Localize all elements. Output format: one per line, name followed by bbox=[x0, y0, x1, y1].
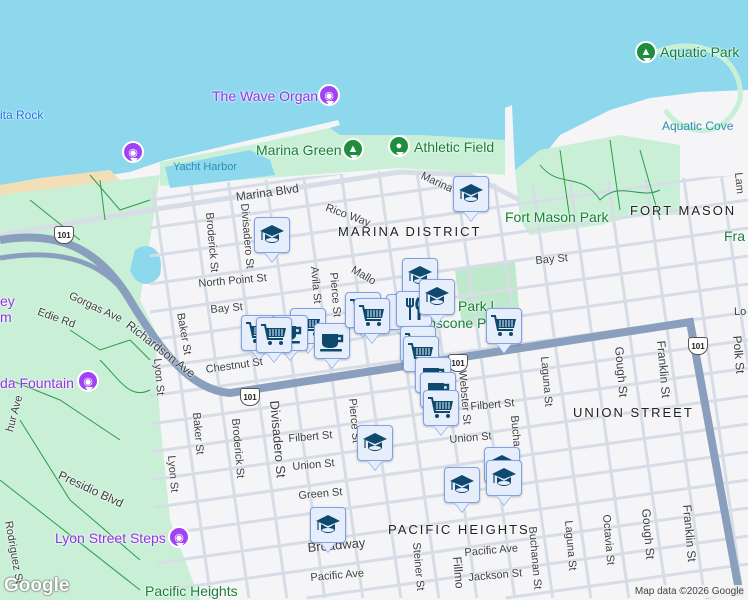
tree-icon[interactable]: ▲ bbox=[342, 138, 364, 160]
graduation-cap-icon bbox=[448, 472, 476, 498]
poi-athletic-field[interactable]: Athletic Field bbox=[414, 139, 494, 155]
highway-shield: 101 bbox=[54, 226, 74, 244]
poi-palace-2[interactable]: m bbox=[0, 309, 12, 325]
street-label: Fillmo bbox=[450, 556, 467, 590]
poi-pacific-heights-park[interactable]: Pacific Heights bbox=[145, 583, 238, 599]
camera-icon[interactable]: ◉ bbox=[318, 84, 340, 106]
stadium-icon[interactable]: ● bbox=[388, 135, 410, 157]
shopping-cart-icon bbox=[260, 322, 288, 348]
grocery-marker[interactable] bbox=[354, 298, 390, 334]
poi-fra[interactable]: Fra bbox=[724, 228, 745, 244]
highway-shield: 101 bbox=[448, 354, 468, 372]
school-marker[interactable] bbox=[357, 425, 393, 461]
street-label: Lam bbox=[732, 172, 746, 195]
school-marker[interactable] bbox=[453, 176, 489, 212]
school-marker[interactable] bbox=[486, 460, 522, 496]
poi-wave-organ[interactable]: The Wave Organ bbox=[212, 88, 318, 104]
camera-icon[interactable]: ◉ bbox=[122, 141, 144, 163]
poi-marina-green[interactable]: Marina Green bbox=[256, 142, 342, 158]
shopping-cart-icon bbox=[490, 313, 518, 339]
highway-shield: 101 bbox=[240, 388, 260, 406]
shopping-cart-icon bbox=[427, 395, 455, 421]
cafe-marker[interactable] bbox=[314, 323, 350, 359]
district-fort-mason: FORT MASON bbox=[630, 203, 737, 218]
grocery-marker[interactable] bbox=[486, 308, 522, 344]
google-logo: Google bbox=[4, 575, 70, 596]
poi-fountain[interactable]: da Fountain bbox=[0, 375, 74, 391]
poi-aquatic-park[interactable]: Aquatic Park bbox=[660, 44, 739, 60]
school-marker[interactable] bbox=[254, 217, 290, 253]
map-attribution[interactable]: Map data ©2026 Google bbox=[630, 585, 748, 598]
palace-lagoon bbox=[130, 246, 161, 285]
poi-yacht-harbor: Yacht Harbor bbox=[173, 161, 237, 173]
graduation-cap-icon bbox=[361, 430, 389, 456]
graduation-cap-icon bbox=[490, 465, 518, 491]
shopping-cart-icon bbox=[358, 303, 386, 329]
graduation-cap-icon bbox=[457, 181, 485, 207]
poi-bonita-rock[interactable]: ita Rock bbox=[0, 108, 43, 122]
poi-aquatic-cove: Aquatic Cove bbox=[662, 119, 734, 133]
poi-palace-1[interactable]: ey bbox=[0, 293, 15, 309]
school-marker[interactable] bbox=[310, 507, 346, 543]
camera-icon[interactable]: ◉ bbox=[77, 370, 99, 392]
poi-fort-mason-park[interactable]: Fort Mason Park bbox=[505, 209, 608, 225]
street-label: Lo bbox=[734, 306, 747, 318]
camera-icon[interactable]: ◉ bbox=[168, 526, 190, 548]
coffee-cup-icon bbox=[318, 328, 346, 354]
grocery-marker[interactable] bbox=[423, 390, 459, 426]
district-pacific-heights: PACIFIC HEIGHTS bbox=[388, 522, 530, 537]
school-marker[interactable] bbox=[419, 279, 455, 315]
district-union-street: UNION STREET bbox=[573, 405, 694, 420]
graduation-cap-icon bbox=[314, 512, 342, 538]
poi-lyon-street-steps[interactable]: Lyon Street Steps bbox=[55, 530, 166, 546]
grocery-marker[interactable] bbox=[256, 317, 292, 353]
graduation-cap-icon bbox=[258, 222, 286, 248]
highway-shield: 101 bbox=[688, 337, 708, 355]
school-marker[interactable] bbox=[444, 467, 480, 503]
graduation-cap-icon bbox=[423, 284, 451, 310]
tree-icon[interactable]: ▲ bbox=[635, 41, 657, 63]
